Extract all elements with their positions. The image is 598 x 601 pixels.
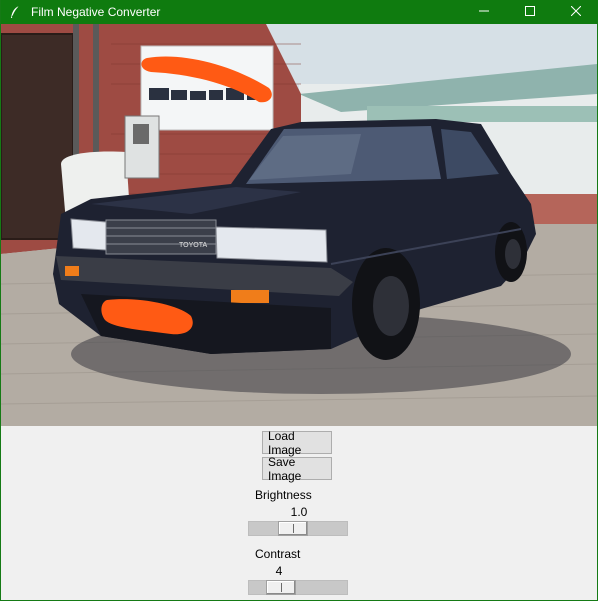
minimize-icon — [479, 3, 489, 21]
contrast-slider-thumb[interactable] — [266, 580, 296, 595]
contrast-label: Contrast — [255, 547, 301, 561]
car-photo: TOYOTA — [1, 24, 597, 426]
minimize-button[interactable] — [461, 0, 507, 24]
close-icon — [570, 3, 582, 21]
thumb-grip — [281, 583, 282, 592]
feather-icon — [7, 4, 23, 20]
contrast-slider[interactable] — [248, 580, 348, 595]
close-button[interactable] — [553, 0, 598, 24]
maximize-button[interactable] — [507, 0, 553, 24]
converted-photo-preview: TOYOTA — [1, 24, 597, 426]
brightness-slider[interactable] — [248, 521, 348, 536]
window-title: Film Negative Converter — [31, 5, 161, 19]
svg-text:TOYOTA: TOYOTA — [179, 242, 207, 249]
brightness-value: 1.0 — [290, 505, 308, 519]
window-controls — [461, 0, 598, 24]
app-window: Film Negative Converter TOYOTA Load Imag… — [0, 0, 598, 601]
title-bar[interactable]: Film Negative Converter — [1, 0, 598, 24]
save-image-button[interactable]: Save Image — [262, 455, 332, 483]
thumb-grip — [293, 524, 294, 533]
contrast-value: 4 — [275, 564, 283, 578]
maximize-icon — [525, 3, 535, 21]
brightness-label: Brightness — [255, 488, 312, 502]
load-image-button[interactable]: Load Image — [262, 429, 332, 457]
brightness-slider-thumb[interactable] — [278, 521, 308, 536]
controls-panel: Load Image Save Image Brightness 1.0 Con… — [1, 426, 597, 600]
